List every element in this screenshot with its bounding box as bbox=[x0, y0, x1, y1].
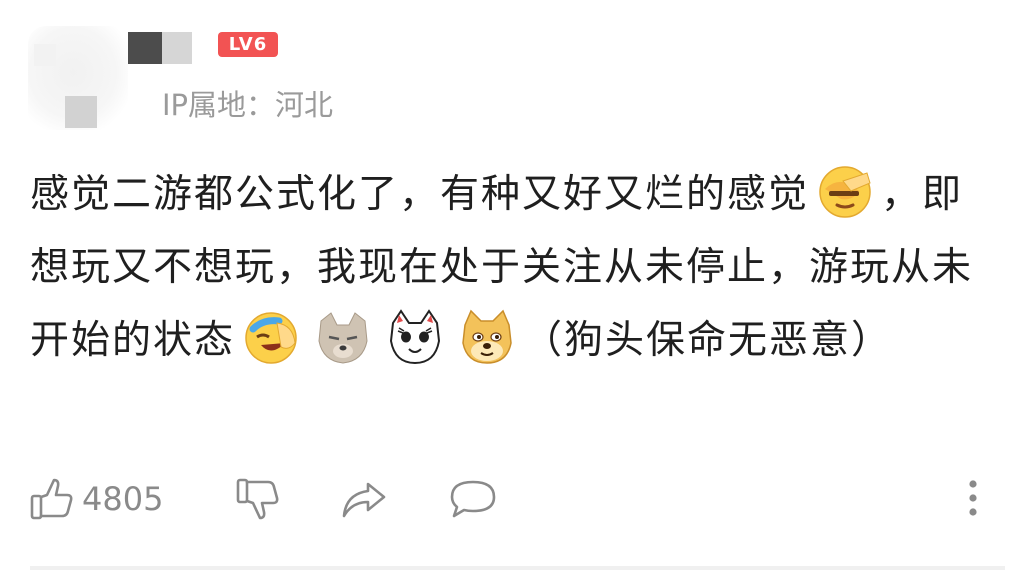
avatar-mosaic bbox=[34, 44, 56, 66]
comment-text-part: 感觉二游都公式化了，有种又好又烂的感觉 bbox=[30, 172, 810, 217]
username-mosaic[interactable] bbox=[128, 32, 192, 64]
laugh-cry-emoji-icon bbox=[241, 307, 301, 367]
username-mosaic-block bbox=[128, 32, 162, 64]
more-icon bbox=[958, 478, 988, 520]
dislike-button[interactable] bbox=[234, 476, 280, 522]
comment-icon bbox=[448, 478, 498, 520]
like-button[interactable]: 4805 bbox=[28, 476, 163, 522]
username-mosaic-block bbox=[162, 32, 192, 64]
share-icon bbox=[340, 478, 388, 520]
comment-text: 感觉二游都公式化了，有种又好又烂的感觉 ，即想玩又不想玩，我现在处于关注从未停止… bbox=[30, 158, 1000, 377]
thumbs-down-icon bbox=[234, 476, 280, 522]
share-button[interactable] bbox=[340, 478, 388, 520]
facepalm-emoji-icon bbox=[815, 161, 875, 221]
cat-emoji-icon bbox=[385, 307, 445, 367]
level-badge: LV6 bbox=[218, 32, 278, 57]
ip-location: IP属地：河北 bbox=[162, 88, 334, 122]
action-bar: 4805 bbox=[0, 470, 1033, 530]
avatar-mosaic bbox=[65, 96, 97, 128]
thumbs-up-icon bbox=[28, 476, 74, 522]
doge-emoji-icon bbox=[457, 307, 517, 367]
like-count: 4805 bbox=[82, 480, 164, 518]
comment-button[interactable] bbox=[448, 478, 498, 520]
more-button[interactable] bbox=[958, 478, 988, 520]
comment-text-part: （狗头保命无恶意） bbox=[523, 318, 893, 363]
divider bbox=[30, 566, 1005, 570]
wolf-emoji-icon bbox=[313, 307, 373, 367]
